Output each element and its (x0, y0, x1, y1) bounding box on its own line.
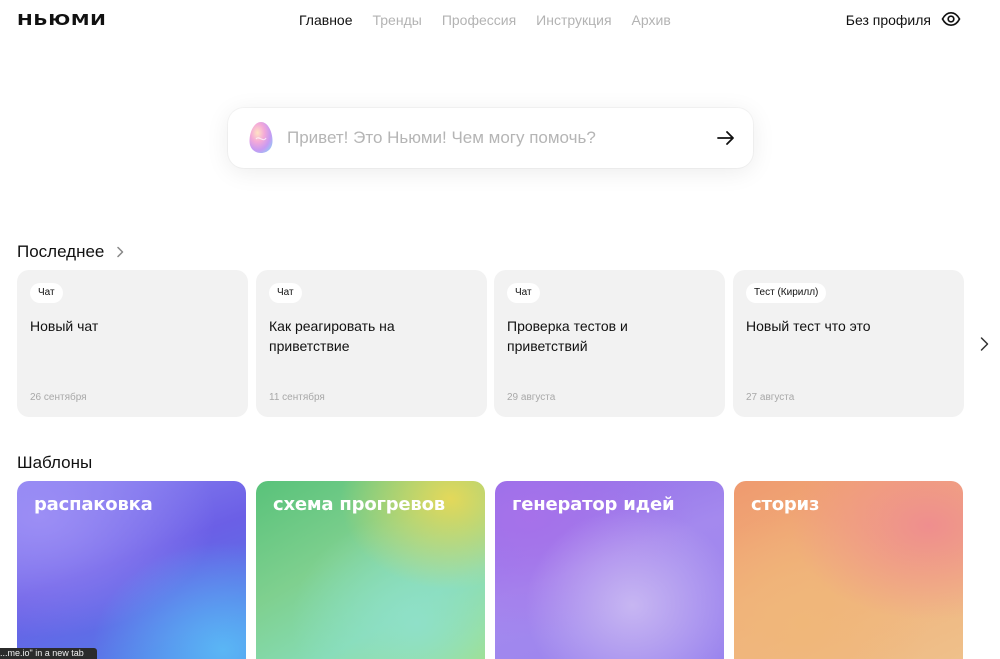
eye-icon[interactable] (941, 11, 961, 27)
template-label: распаковка (34, 494, 153, 515)
logo[interactable]: НЬЮМИ (17, 11, 106, 29)
recent-section-title[interactable]: Последнее (17, 242, 104, 262)
nav-item-instructions[interactable]: Инструкция (536, 12, 611, 28)
main-nav: Главное Тренды Профессия Инструкция Архи… (299, 12, 671, 28)
template-card-idea-generator[interactable]: генератор идей (495, 481, 724, 659)
recent-card[interactable]: Чат Новый чат 26 сентября (17, 270, 248, 417)
nav-item-trends[interactable]: Тренды (373, 12, 422, 28)
nav-item-archive[interactable]: Архив (632, 12, 671, 28)
card-type-badge: Чат (30, 283, 63, 303)
template-card-unboxing[interactable]: распаковка (17, 481, 246, 659)
chevron-right-icon[interactable] (116, 246, 125, 258)
card-title: Новый чат (30, 318, 99, 334)
card-title: Как реагировать на приветствие (269, 318, 395, 354)
card-date: 11 сентября (269, 392, 325, 403)
card-title: Новый тест что это (746, 318, 871, 334)
egg-mascot-icon (249, 122, 273, 153)
recent-card[interactable]: Чат Проверка тестов и приветствий 29 авг… (494, 270, 725, 417)
card-type-badge: Тест (Кирилл) (746, 283, 827, 303)
nav-item-profession[interactable]: Профессия (442, 12, 516, 28)
template-card-stories[interactable]: сториз (734, 481, 963, 659)
assistant-search-box (228, 108, 753, 168)
template-label: сториз (751, 494, 820, 515)
card-type-badge: Чат (269, 283, 302, 303)
recent-card[interactable]: Чат Как реагировать на приветствие 11 се… (256, 270, 487, 417)
nav-item-home[interactable]: Главное (299, 12, 353, 28)
carousel-next-icon[interactable] (978, 336, 990, 352)
card-date: 29 августа (507, 392, 556, 403)
templates-section-title: Шаблоны (17, 453, 93, 472)
recent-card[interactable]: Тест (Кирилл) Новый тест что это 27 авгу… (733, 270, 964, 417)
card-date: 26 сентября (30, 392, 87, 403)
search-input[interactable] (287, 126, 697, 150)
send-arrow-icon[interactable] (716, 128, 736, 148)
card-title: Проверка тестов и приветствий (507, 318, 628, 354)
card-date: 27 августа (746, 392, 795, 403)
template-label: схема прогревов (273, 494, 445, 515)
link-status-tooltip: ...me.io" in a new tab (0, 648, 97, 659)
profile-link[interactable]: Без профиля (846, 12, 931, 28)
top-header: НЬЮМИ Главное Тренды Профессия Инструкци… (0, 0, 1000, 40)
template-label: генератор идей (512, 494, 675, 515)
card-type-badge: Чат (507, 283, 540, 303)
template-card-warmup-scheme[interactable]: схема прогревов (256, 481, 485, 659)
